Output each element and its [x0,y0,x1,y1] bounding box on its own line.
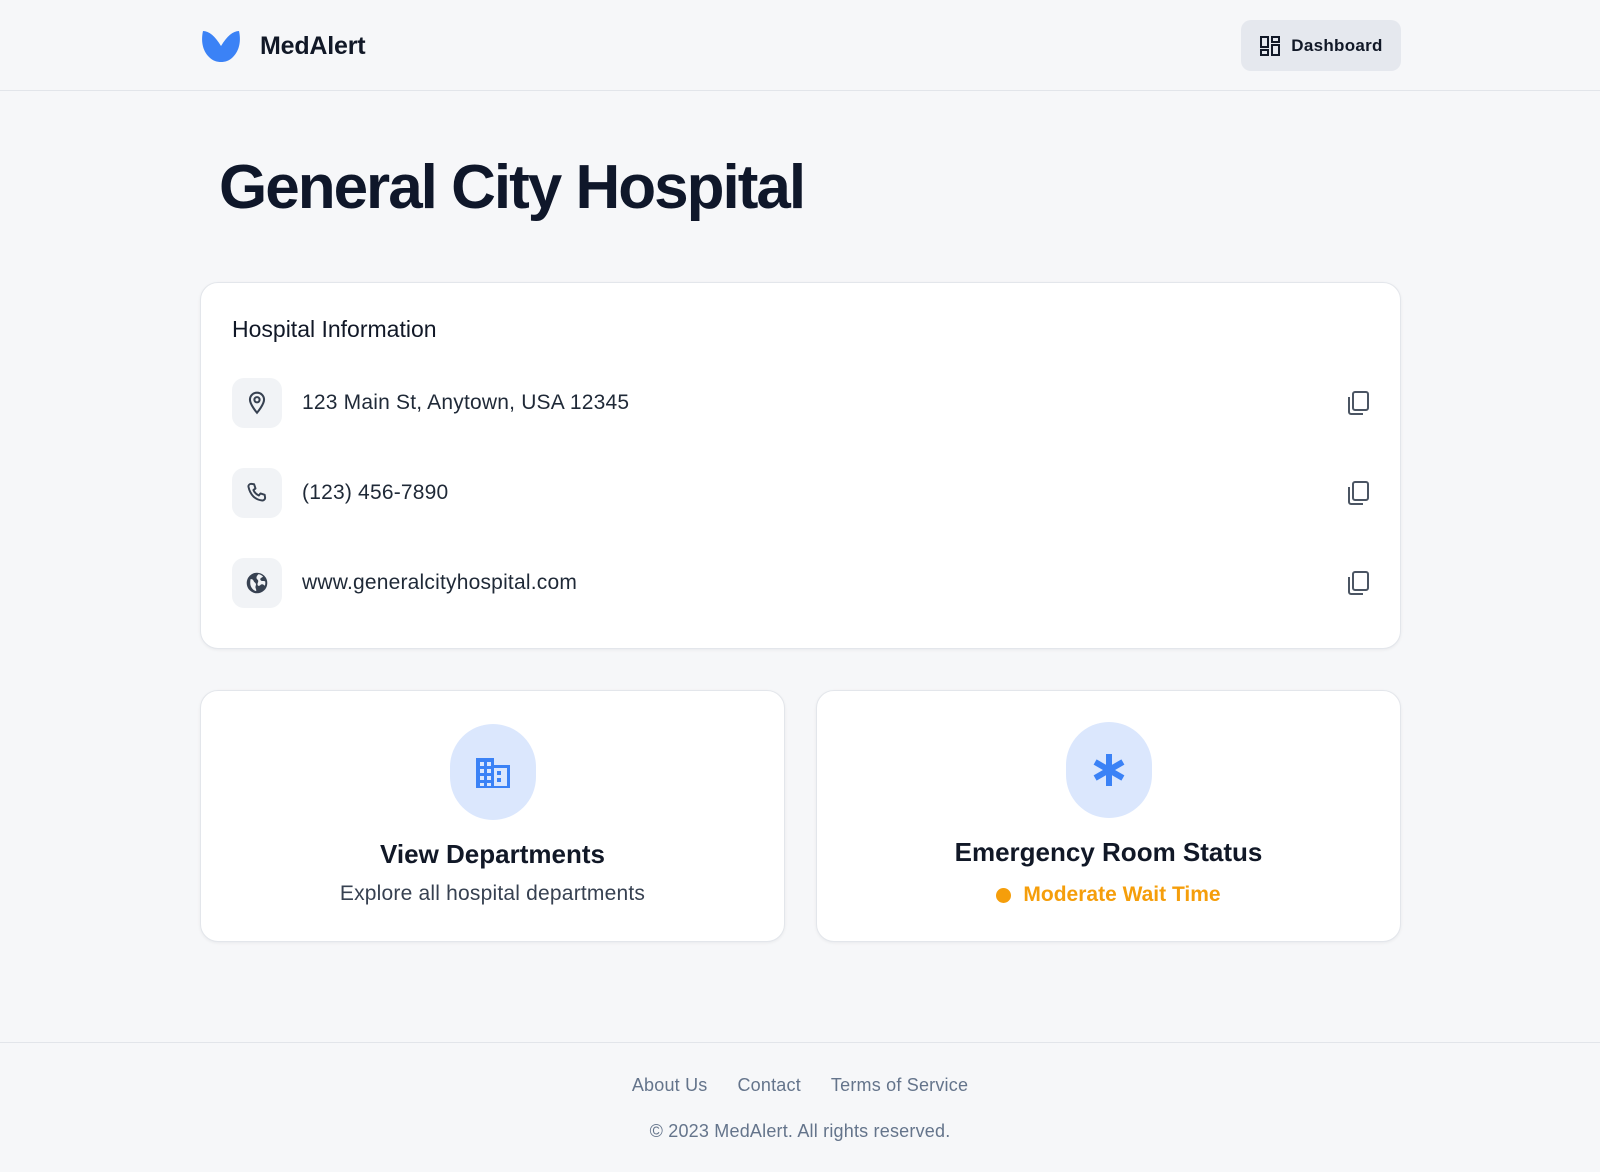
phone-icon [247,482,267,502]
copyright: © 2023 MedAlert. All rights reserved. [649,1121,951,1141]
page: MedAlert Dashboard General City Hospital… [0,0,1600,1172]
departments-title: View Departments [380,839,605,869]
copy-website-button[interactable] [1344,569,1372,597]
dashboard-button[interactable]: Dashboard [1241,20,1401,71]
copy-phone-button[interactable] [1344,479,1372,507]
emergency-room-card[interactable]: Emergency Room Status Moderate Wait Time [816,690,1401,942]
dashboard-grid-icon [1260,35,1281,56]
copy-icon [1348,481,1369,505]
globe-icon [246,572,268,594]
view-departments-card[interactable]: View Departments Explore all hospital de… [200,690,785,942]
copy-address-button[interactable] [1344,389,1372,417]
phone-row: (123) 456-7890 [232,468,1372,518]
location-pin-icon [248,391,266,415]
footer: About Us Contact Terms of Service © 2023… [0,1042,1600,1172]
brand-name: MedAlert [260,31,366,60]
departments-subtitle: Explore all hospital departments [339,882,646,905]
info-card-title: Hospital Information [232,316,437,342]
building-icon [475,758,510,788]
phone-text: (123) 456-7890 [302,481,449,504]
emergency-icon-circle [1065,722,1152,818]
er-status-text: Moderate Wait Time [1023,883,1221,906]
address-text: 123 Main St, Anytown, USA 12345 [302,391,630,414]
medalert-logo-icon [202,31,240,62]
copy-icon [1348,571,1369,595]
status-dot-icon [996,887,1012,903]
footer-link-terms[interactable]: Terms of Service [831,1075,968,1096]
brand[interactable]: MedAlert [200,26,366,66]
dashboard-button-label: Dashboard [1291,35,1383,55]
phone-icon-box [232,468,282,518]
hospital-info-card: Hospital Information 123 Main St, Anytow… [200,282,1401,649]
website-text: www.generalcityhospital.com [302,571,578,594]
website-icon-box [232,558,282,608]
emergency-title: Emergency Room Status [954,837,1263,867]
website-row: www.generalcityhospital.com [232,558,1372,608]
footer-link-contact[interactable]: Contact [737,1075,800,1096]
copy-icon [1348,391,1369,415]
footer-link-about[interactable]: About Us [632,1075,708,1096]
footer-links: About Us Contact Terms of Service [0,1075,1600,1096]
departments-icon-circle [449,724,536,820]
address-row: 123 Main St, Anytown, USA 12345 [232,378,1372,428]
asterisk-icon [1093,754,1124,786]
top-header: MedAlert Dashboard [0,0,1600,91]
er-status: Moderate Wait Time [817,883,1400,907]
address-icon-box [232,378,282,428]
page-title: General City Hospital [219,153,806,222]
